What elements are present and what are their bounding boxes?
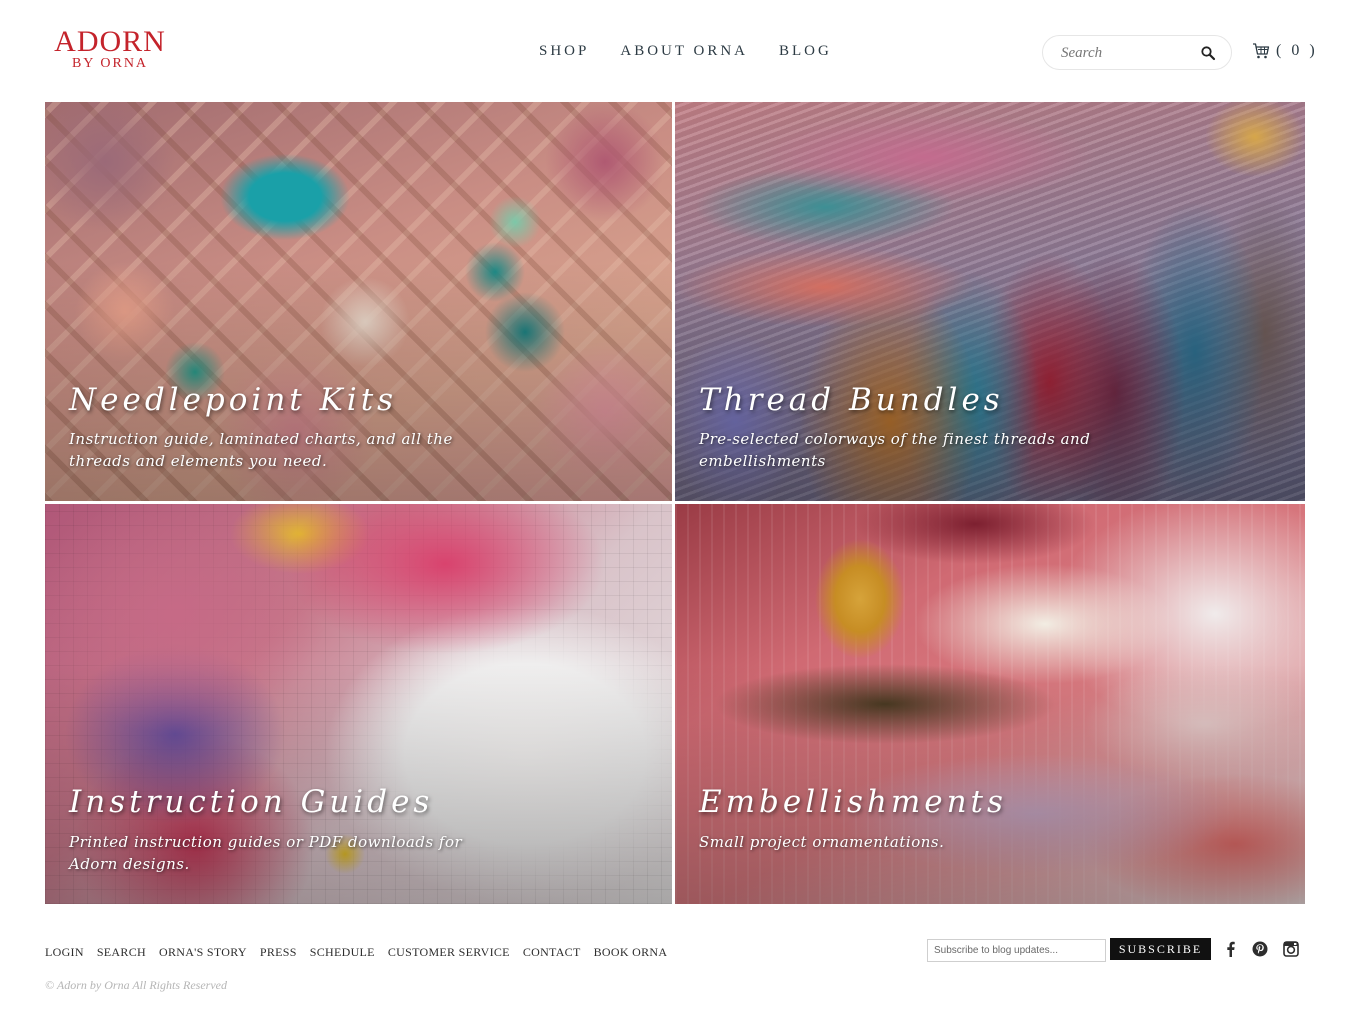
footer-link-ornas-story[interactable]: ORNA'S STORY (159, 944, 247, 960)
tile-instruction-guides[interactable]: Instruction Guides Printed instruction g… (45, 504, 672, 904)
tile-title: Thread Bundles (699, 382, 1004, 418)
tile-description: Printed instruction guides or PDF downlo… (69, 833, 463, 873)
logo-subtitle: BY ORNA (71, 56, 149, 71)
tile-title: Needlepoint Kits (69, 382, 398, 418)
tile-title: Embellishments (699, 784, 1007, 820)
tile-needlepoint-kits[interactable]: Needlepoint Kits Instruction guide, lami… (45, 102, 672, 501)
footer-link-book-orna[interactable]: BOOK ORNA (594, 944, 668, 960)
pinterest-icon[interactable] (1252, 941, 1268, 957)
cart-icon (1253, 43, 1270, 59)
footer-link-press[interactable]: PRESS (260, 944, 297, 960)
tile-description: Pre-selected colorways of the finest thr… (699, 430, 1091, 470)
cart-count: ( 0 ) (1276, 42, 1318, 59)
nav-item-shop[interactable]: SHOP (539, 41, 589, 61)
subscribe-email-input[interactable] (927, 939, 1106, 962)
search-icon[interactable] (1200, 45, 1216, 61)
footer-link-contact[interactable]: CONTACT (523, 944, 581, 960)
category-grid: Needlepoint Kits Instruction guide, lami… (45, 102, 1305, 904)
tile-description: Small project ornamentations. (699, 833, 945, 851)
instagram-icon[interactable] (1283, 941, 1299, 957)
tile-title: Instruction Guides (69, 784, 434, 820)
facebook-icon[interactable] (1223, 941, 1239, 957)
logo-title: ADORN (54, 25, 166, 58)
subscribe-button[interactable]: SUBSCRIBE (1110, 938, 1211, 960)
copyright-text: © Adorn by Orna All Rights Reserved (45, 978, 227, 992)
nav-item-blog[interactable]: BLOG (779, 41, 832, 61)
search-input[interactable] (1061, 43, 1201, 63)
site-header: ADORN BY ORNA SHOP ABOUT ORNA BLOG ( 0 ) (0, 0, 1350, 100)
tile-thread-bundles[interactable]: Thread Bundles Pre-selected colorways of… (675, 102, 1305, 501)
footer-links: LOGIN SEARCH ORNA'S STORY PRESS SCHEDULE… (45, 944, 667, 960)
footer-link-customer-service[interactable]: CUSTOMER SERVICE (388, 944, 510, 960)
tile-embellishments[interactable]: Embellishments Small project ornamentati… (675, 504, 1305, 904)
cart-button[interactable]: ( 0 ) (1252, 40, 1318, 62)
search-box (1042, 35, 1232, 70)
footer-link-search[interactable]: SEARCH (97, 944, 146, 960)
footer-link-login[interactable]: LOGIN (45, 944, 84, 960)
main-nav: SHOP ABOUT ORNA BLOG (539, 41, 832, 61)
nav-item-about-orna[interactable]: ABOUT ORNA (620, 41, 748, 61)
tile-description: Instruction guide, laminated charts, and… (69, 430, 453, 470)
site-logo[interactable]: ADORN BY ORNA (45, 25, 175, 72)
footer-link-schedule[interactable]: SCHEDULE (310, 944, 375, 960)
